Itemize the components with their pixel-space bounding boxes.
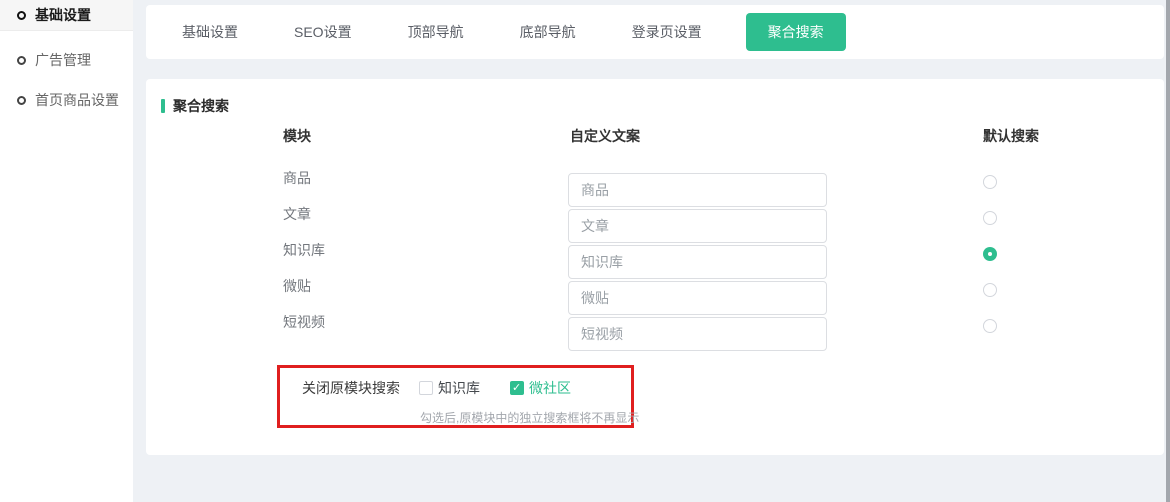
sidebar-item-label: 基础设置 bbox=[35, 5, 91, 25]
sidebar-item-label: 广告管理 bbox=[35, 50, 91, 70]
module-label: 短视频 bbox=[283, 312, 325, 332]
tab-seo-settings[interactable]: SEO设置 bbox=[282, 14, 364, 50]
circle-icon bbox=[17, 56, 26, 65]
page: 基础设置 广告管理 首页商品设置 基础设置 SEO设置 顶部导航 底部导航 登录… bbox=[0, 0, 1170, 502]
table-row: 商品 bbox=[146, 166, 1164, 202]
close-module-label: 关闭原模块搜索 bbox=[302, 378, 400, 398]
close-module-row: 关闭原模块搜索 知识库 微社区 bbox=[302, 378, 601, 398]
col-header-default-search: 默认搜索 bbox=[983, 126, 1039, 146]
tab-basic-settings[interactable]: 基础设置 bbox=[170, 14, 250, 50]
section-title-text: 聚合搜索 bbox=[173, 96, 229, 116]
tab-aggregate-search[interactable]: 聚合搜索 bbox=[746, 13, 846, 51]
default-search-radio[interactable] bbox=[983, 211, 997, 225]
tab-top-nav[interactable]: 顶部导航 bbox=[396, 14, 476, 50]
sidebar-item-ad-management[interactable]: 广告管理 bbox=[0, 40, 133, 80]
circle-icon bbox=[17, 96, 26, 105]
checkbox-knowledge-base[interactable]: 知识库 bbox=[419, 378, 480, 398]
settings-tabs-bar: 基础设置 SEO设置 顶部导航 底部导航 登录页设置 聚合搜索 bbox=[146, 5, 1164, 59]
annotation-red-box: 关闭原模块搜索 知识库 微社区 勾选后,原模块中的独立搜索框将不再显示 bbox=[277, 365, 634, 428]
checkbox-micro-community[interactable]: 微社区 bbox=[510, 378, 571, 398]
table-header-row: 模块 自定义文案 默认搜索 bbox=[146, 126, 1164, 146]
default-search-radio[interactable] bbox=[983, 283, 997, 297]
tab-bottom-nav[interactable]: 底部导航 bbox=[508, 14, 588, 50]
aggregate-search-panel: 聚合搜索 模块 自定义文案 默认搜索 商品 文章 知识库 bbox=[146, 79, 1164, 455]
section-bar-icon bbox=[161, 99, 165, 113]
sidebar-item-basic-settings[interactable]: 基础设置 bbox=[0, 0, 133, 31]
table-row: 微贴 bbox=[146, 274, 1164, 310]
col-header-custom-text: 自定义文案 bbox=[570, 126, 640, 146]
sidebar: 基础设置 广告管理 首页商品设置 bbox=[0, 0, 133, 502]
checkbox-icon bbox=[419, 381, 433, 395]
section-title: 聚合搜索 bbox=[161, 96, 229, 116]
module-label: 文章 bbox=[283, 204, 311, 224]
sidebar-item-label: 首页商品设置 bbox=[35, 90, 119, 110]
module-label: 微贴 bbox=[283, 276, 311, 296]
sidebar-item-home-product-settings[interactable]: 首页商品设置 bbox=[0, 80, 133, 120]
circle-icon bbox=[17, 11, 26, 20]
close-module-hint: 勾选后,原模块中的独立搜索框将不再显示 bbox=[420, 409, 639, 426]
tab-login-page-settings[interactable]: 登录页设置 bbox=[620, 14, 714, 50]
default-search-radio[interactable] bbox=[983, 175, 997, 189]
custom-text-input[interactable] bbox=[568, 317, 827, 351]
module-rows: 商品 文章 知识库 微贴 短视频 bbox=[146, 166, 1164, 346]
scrollbar[interactable] bbox=[1166, 0, 1170, 502]
table-row: 短视频 bbox=[146, 310, 1164, 346]
table-row: 知识库 bbox=[146, 238, 1164, 274]
default-search-radio[interactable] bbox=[983, 247, 997, 261]
module-label: 商品 bbox=[283, 168, 311, 188]
default-search-radio[interactable] bbox=[983, 319, 997, 333]
col-header-module: 模块 bbox=[283, 126, 311, 146]
module-label: 知识库 bbox=[283, 240, 325, 260]
table-row: 文章 bbox=[146, 202, 1164, 238]
checkbox-label: 知识库 bbox=[438, 378, 480, 398]
checkbox-icon bbox=[510, 381, 524, 395]
checkbox-label: 微社区 bbox=[529, 378, 571, 398]
